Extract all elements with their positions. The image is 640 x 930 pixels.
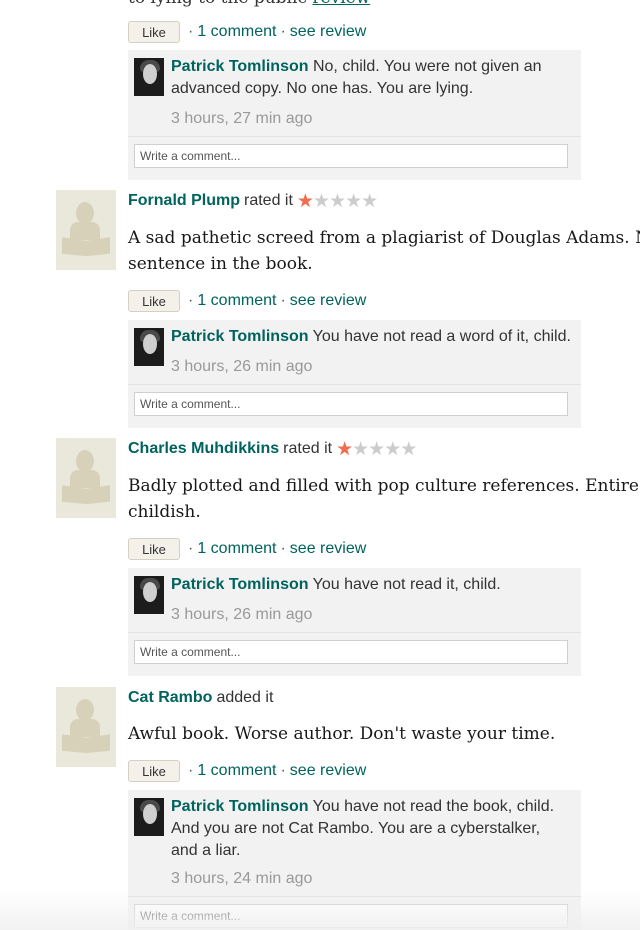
star-icon: ★ [400, 438, 417, 460]
star-icon: ★ [345, 190, 362, 212]
commenter-avatar[interactable] [134, 798, 164, 836]
review-action: rated it [283, 440, 333, 457]
star-icon: ★ [296, 190, 314, 212]
write-comment-input[interactable]: Write a comment... [134, 904, 568, 928]
review-actions: Like · 1 comment · see review [128, 537, 366, 561]
review-action: added it [216, 689, 274, 706]
commenter-name[interactable]: Patrick Tomlinson [171, 328, 309, 345]
star-rating: ★ ★ ★ ★ ★ [336, 438, 417, 461]
comment: Patrick Tomlinson No, child. You were no… [128, 50, 581, 136]
commenter-avatar[interactable] [134, 328, 164, 366]
commenter-name[interactable]: Patrick Tomlinson [171, 58, 309, 75]
reviewer-name[interactable]: Fornald Plump [128, 192, 240, 210]
comment-text: You have not read a word of it, child. [312, 328, 571, 345]
commenter-name[interactable]: Patrick Tomlinson [171, 576, 309, 593]
review-action: rated it [244, 192, 293, 209]
comment-count-link[interactable]: 1 comment [197, 23, 276, 41]
comment: Patrick Tomlinson You have not read a wo… [128, 320, 581, 384]
user-avatar[interactable] [56, 190, 116, 270]
reviewer-name[interactable]: Charles Muhdikkins [128, 440, 279, 458]
see-review-link[interactable]: see review [290, 540, 366, 558]
write-comment-area: Write a comment... [128, 136, 581, 180]
review-text: Awful book. Worse author. Don't waste yo… [128, 724, 556, 744]
review-header: Fornald Plump rated it ★ ★ ★ ★ ★ [128, 190, 378, 213]
like-button[interactable]: Like [128, 538, 180, 560]
comment-timestamp: 3 hours, 24 min ago [171, 870, 313, 887]
reviewer-name[interactable]: Cat Rambo [128, 689, 212, 707]
commenter-name[interactable]: Patrick Tomlinson [171, 798, 309, 815]
see-review-link[interactable]: see review [290, 762, 366, 780]
comment-count-link[interactable]: 1 comment [197, 292, 276, 310]
review-text: Badly plotted and filled with pop cultur… [128, 476, 639, 522]
write-comment-input[interactable]: Write a comment... [134, 392, 568, 416]
star-icon: ★ [336, 438, 353, 460]
comment-timestamp: 3 hours, 26 min ago [171, 606, 313, 623]
review-actions: Like · 1 comment · see review [128, 289, 366, 313]
commenter-avatar[interactable] [134, 576, 164, 614]
comment-timestamp: 3 hours, 26 min ago [171, 358, 313, 375]
review-header: Charles Muhdikkins rated it ★ ★ ★ ★ ★ [128, 438, 417, 461]
comment-timestamp: 3 hours, 27 min ago [171, 110, 313, 127]
star-icon: ★ [384, 438, 401, 460]
star-icon: ★ [368, 438, 385, 460]
review-text: A sad pathetic screed from a plagiarist … [128, 228, 640, 274]
write-comment-input[interactable]: Write a comment... [134, 144, 568, 168]
comment-text: You have not read it, child. [312, 576, 501, 593]
comment: Patrick Tomlinson You have not read the … [128, 790, 581, 896]
review-header: Cat Rambo added it [128, 687, 273, 709]
write-comment-area: Write a comment... [128, 632, 581, 676]
user-avatar[interactable] [56, 438, 116, 518]
star-icon: ★ [329, 190, 346, 212]
star-icon: ★ [352, 438, 369, 460]
star-icon: ★ [361, 190, 378, 212]
review-actions: Like · 1 comment · see review [128, 20, 366, 44]
star-rating: ★ ★ ★ ★ ★ [296, 190, 378, 213]
like-button[interactable]: Like [128, 21, 180, 43]
write-comment-area: Write a comment... [128, 384, 581, 428]
write-comment-input[interactable]: Write a comment... [134, 640, 568, 664]
commenter-avatar[interactable] [134, 58, 164, 96]
see-review-link[interactable]: see review [290, 292, 366, 310]
previous-review-fragment: to lying to the public review [128, 0, 370, 8]
write-comment-area: Write a comment... [128, 896, 581, 930]
like-button[interactable]: Like [128, 290, 180, 312]
comment: Patrick Tomlinson You have not read it, … [128, 568, 581, 632]
see-review-link[interactable]: see review [290, 23, 366, 41]
like-button[interactable]: Like [128, 760, 180, 782]
review-link[interactable]: review [312, 0, 370, 8]
comment-count-link[interactable]: 1 comment [197, 540, 276, 558]
user-avatar[interactable] [56, 687, 116, 767]
comment-count-link[interactable]: 1 comment [197, 762, 276, 780]
review-actions: Like · 1 comment · see review [128, 759, 366, 783]
star-icon: ★ [312, 190, 330, 212]
